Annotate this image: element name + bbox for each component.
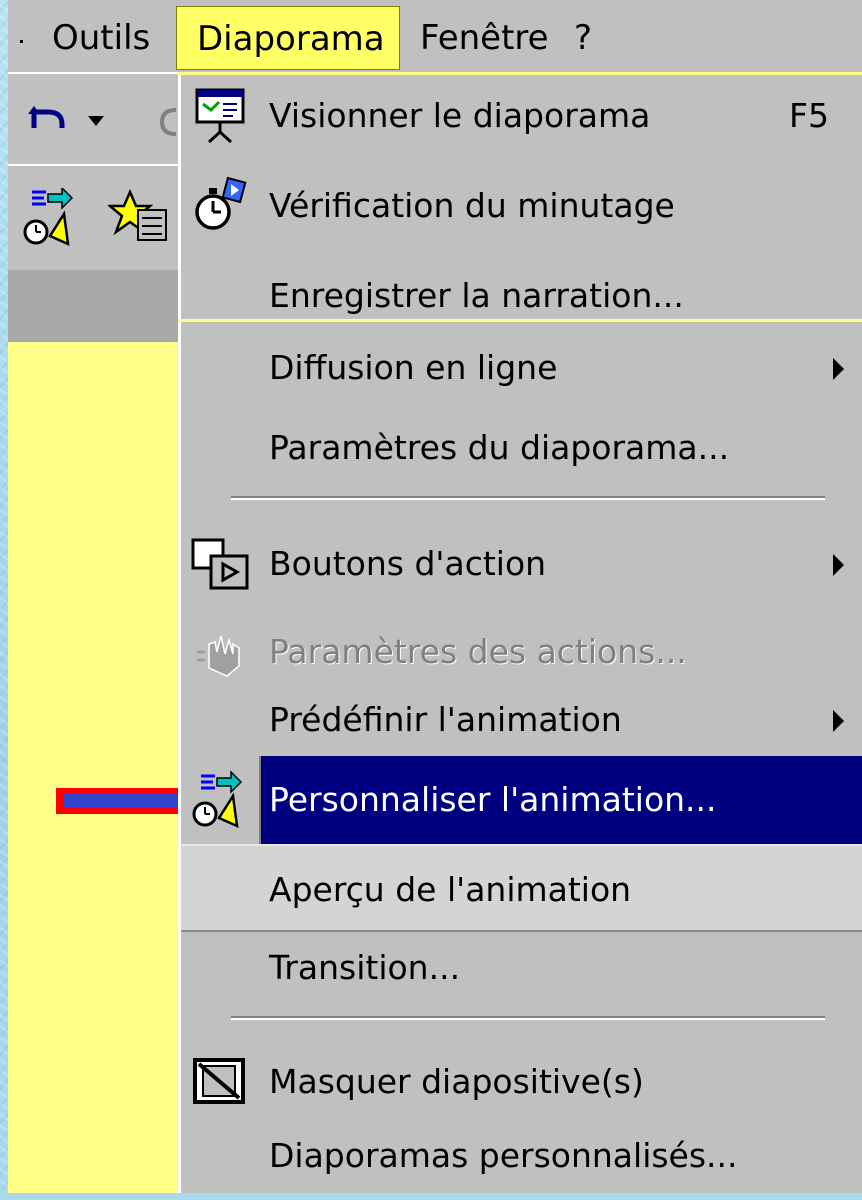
undo-icon[interactable] — [26, 100, 70, 136]
menu-outils[interactable]: Outils — [52, 8, 150, 68]
menu-item-visionner[interactable]: Visionner le diaporama F5 — [181, 72, 862, 160]
action-buttons-icon — [191, 538, 249, 590]
menu-help[interactable]: ? — [574, 8, 592, 68]
menu-diaporama[interactable]: Diaporama — [176, 6, 400, 70]
menu-item-parametres-diaporama-label: Paramètres du diaporama... — [269, 428, 730, 467]
custom-animation-icon — [192, 770, 243, 829]
menu-item-parametres-diaporama[interactable]: Paramètres du diaporama... — [181, 404, 862, 492]
submenu-arrow-icon — [833, 554, 844, 576]
menu-separator — [231, 496, 825, 500]
menu-fenetre-label: Fenêtre — [420, 18, 549, 58]
menu-item-diffusion-label: Diffusion en ligne — [269, 348, 558, 387]
menu-item-visionner-shortcut: F5 — [789, 96, 829, 135]
menubar-separator-dot — [20, 40, 23, 43]
menu-item-transition-label: Transition... — [269, 948, 461, 987]
redo-icon[interactable] — [158, 104, 178, 140]
menu-separator — [231, 1016, 825, 1020]
menu-item-boutons-action-label: Boutons d'action — [269, 544, 547, 583]
slide-area — [8, 342, 178, 1193]
menu-item-verification-label: Vérification du minutage — [269, 186, 675, 225]
menu-item-verification[interactable]: Vérification du minutage — [181, 162, 862, 250]
diaporama-menu: Visionner le diaporama F5 Vérification d… — [178, 72, 862, 1193]
menu-item-apercu-label: Aperçu de l'animation — [269, 870, 632, 909]
menu-help-label: ? — [574, 18, 593, 58]
dropdown-arrow-icon[interactable] — [88, 116, 104, 126]
menu-item-predefinir[interactable]: Prédéfinir l'animation — [181, 676, 862, 764]
hide-slide-icon — [193, 1058, 245, 1104]
menu-item-personnaliser[interactable]: Personnaliser l'animation... — [181, 756, 862, 844]
menu-item-predefinir-label: Prédéfinir l'animation — [269, 700, 622, 739]
menu-diaporama-label: Diaporama — [197, 19, 385, 59]
menu-fenetre[interactable]: Fenêtre — [420, 8, 549, 68]
menu-outils-label: Outils — [52, 18, 151, 58]
menu-item-personnaliser-label: Personnaliser l'animation... — [269, 780, 717, 819]
animation-toolbar — [8, 164, 178, 270]
slideshow-icon — [195, 88, 245, 144]
menu-item-diaporamas-perso-label: Diaporamas personnalisés... — [269, 1136, 738, 1175]
menu-item-transition[interactable]: Transition... — [181, 924, 862, 1012]
menu-item-visionner-label: Visionner le diaporama — [269, 96, 651, 135]
custom-animation-icon[interactable] — [22, 188, 74, 248]
menu-item-diaporamas-perso[interactable]: Diaporamas personnalisés... — [181, 1112, 862, 1200]
menu-item-apercu[interactable]: Aperçu de l'animation — [181, 844, 862, 932]
preset-animation-icon[interactable] — [108, 188, 170, 250]
standard-toolbar — [8, 72, 178, 164]
stopwatch-icon — [195, 176, 247, 230]
menu-item-boutons-action[interactable]: Boutons d'action — [181, 520, 862, 608]
action-settings-icon — [197, 635, 240, 677]
submenu-arrow-icon — [833, 358, 844, 380]
menu-item-diffusion[interactable]: Diffusion en ligne — [181, 324, 862, 412]
submenu-arrow-icon — [833, 710, 844, 732]
toolbar-gap — [8, 270, 178, 342]
